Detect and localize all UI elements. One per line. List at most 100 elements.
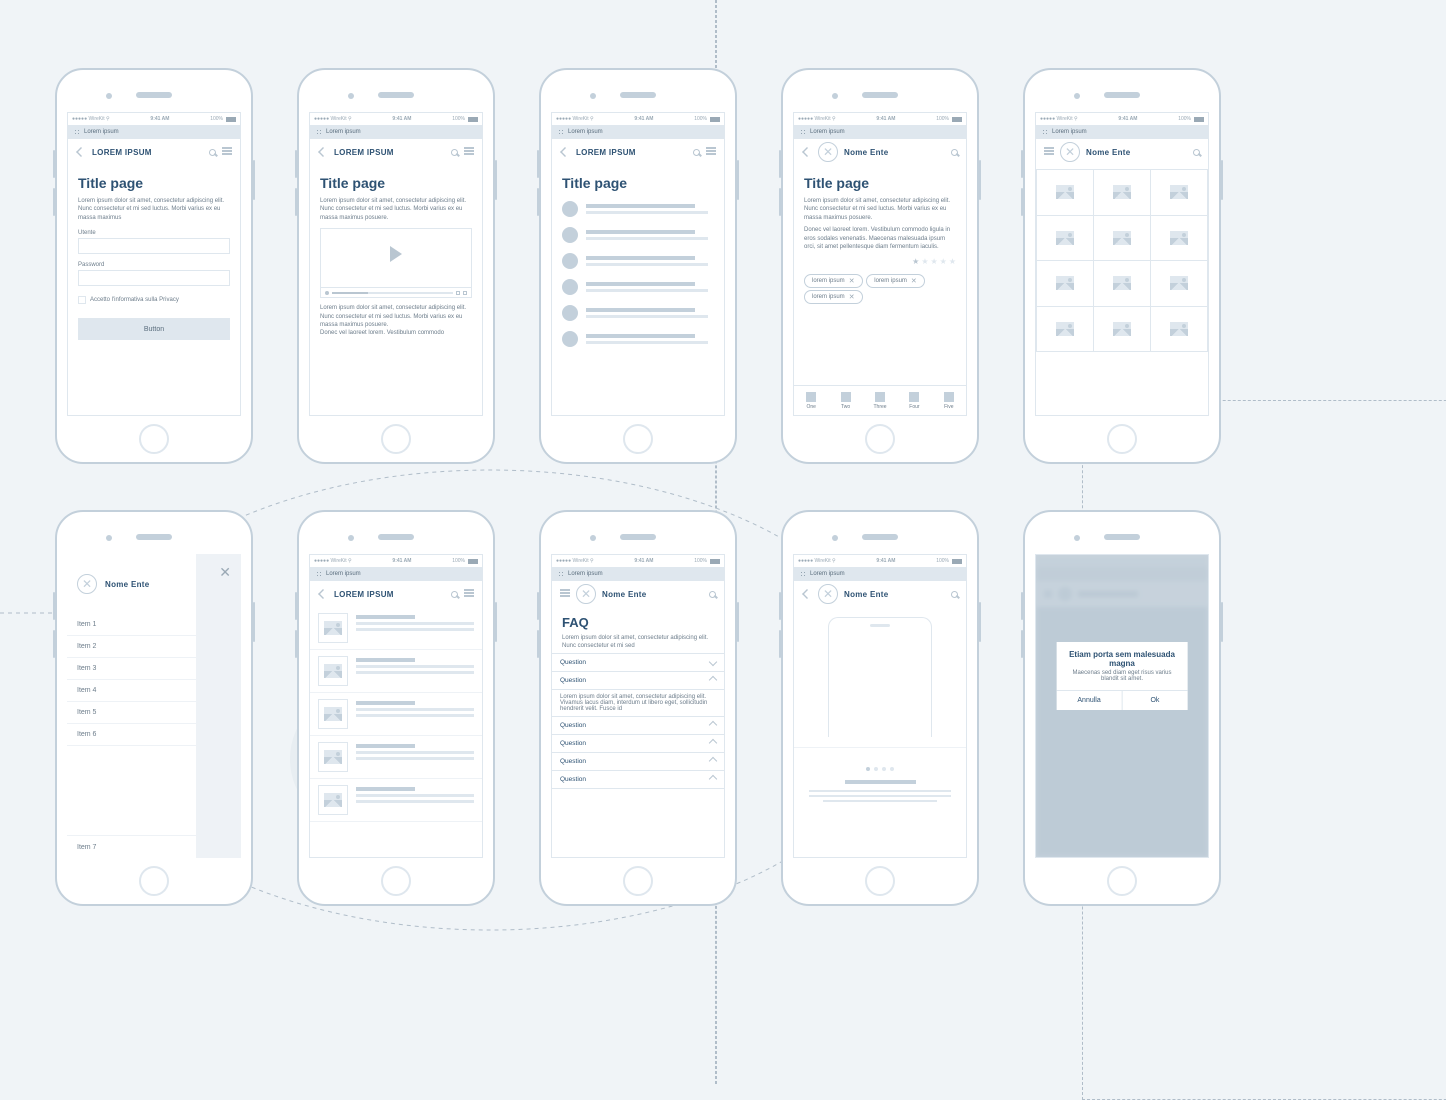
apps-icon[interactable] (558, 129, 564, 135)
back-icon[interactable] (560, 147, 570, 157)
feed-tile[interactable] (310, 650, 482, 693)
search-icon[interactable] (951, 149, 958, 156)
menu-icon[interactable] (464, 589, 474, 599)
close-drawer-icon[interactable]: ✕ (219, 564, 231, 581)
search-icon[interactable] (709, 591, 716, 598)
list-item[interactable] (562, 201, 714, 217)
home-button[interactable] (139, 424, 169, 454)
menu-icon[interactable] (706, 147, 716, 157)
apps-icon[interactable] (800, 571, 806, 577)
drawer-item[interactable]: Item 6 (67, 724, 196, 746)
home-button[interactable] (1107, 424, 1137, 454)
submit-button[interactable]: Button (78, 318, 230, 340)
back-icon[interactable] (318, 589, 328, 599)
home-button[interactable] (623, 424, 653, 454)
search-icon[interactable] (693, 149, 700, 156)
back-icon[interactable] (76, 147, 86, 157)
search-icon[interactable] (451, 591, 458, 598)
menu-icon[interactable] (1044, 147, 1054, 157)
gallery-cell[interactable] (1151, 170, 1208, 216)
tag-chip[interactable]: lorem ipsum✕ (804, 290, 863, 304)
feed-tile[interactable] (310, 607, 482, 650)
drawer-item[interactable]: Item 5 (67, 702, 196, 724)
menu-icon[interactable] (222, 147, 232, 157)
privacy-checkbox[interactable] (78, 296, 86, 304)
video-player[interactable] (320, 228, 472, 298)
accordion-header[interactable]: Question (552, 717, 724, 735)
list-item[interactable] (562, 253, 714, 269)
gallery-cell[interactable] (1037, 261, 1094, 307)
tag-chip[interactable]: lorem ipsum✕ (804, 274, 863, 288)
home-button[interactable] (381, 866, 411, 896)
feed-tile[interactable] (310, 779, 482, 822)
username-input[interactable] (78, 238, 230, 254)
back-icon[interactable] (802, 147, 812, 157)
gallery-cell[interactable] (1037, 170, 1094, 216)
accordion-header[interactable]: Question (552, 771, 724, 789)
feed-tile[interactable] (310, 736, 482, 779)
menu-icon[interactable] (464, 147, 474, 157)
search-icon[interactable] (951, 591, 958, 598)
gallery-cell[interactable] (1094, 170, 1151, 216)
back-icon[interactable] (802, 589, 812, 599)
accordion-header[interactable]: Question (552, 753, 724, 771)
tab-one[interactable]: One (794, 386, 828, 415)
gallery-cell[interactable] (1151, 216, 1208, 262)
gallery-cell[interactable] (1037, 307, 1094, 353)
tab-four[interactable]: Four (897, 386, 931, 415)
cancel-button[interactable]: Annulla (1057, 691, 1122, 710)
drawer-item[interactable]: Item 4 (67, 680, 196, 702)
password-input[interactable] (78, 270, 230, 286)
list-item[interactable] (562, 279, 714, 295)
home-button[interactable] (623, 866, 653, 896)
apps-icon[interactable] (1042, 129, 1048, 135)
drawer-item[interactable]: Item 2 (67, 636, 196, 658)
gallery-cell[interactable] (1151, 307, 1208, 353)
drawer-item[interactable]: Item 3 (67, 658, 196, 680)
search-icon[interactable] (451, 149, 458, 156)
ok-button[interactable]: Ok (1122, 691, 1188, 710)
tab-three[interactable]: Three (863, 386, 897, 415)
drawer-item[interactable]: Item 1 (67, 614, 196, 636)
close-icon[interactable]: ✕ (849, 277, 855, 285)
menu-icon[interactable] (560, 589, 570, 599)
tag-chip[interactable]: lorem ipsum✕ (866, 274, 925, 288)
list-item[interactable] (562, 227, 714, 243)
back-icon[interactable] (318, 147, 328, 157)
apps-icon[interactable] (74, 129, 80, 135)
home-button[interactable] (381, 424, 411, 454)
search-icon[interactable] (1193, 149, 1200, 156)
video-play-icon[interactable] (325, 291, 329, 295)
apps-icon[interactable] (800, 129, 806, 135)
fullscreen-icon[interactable] (463, 291, 467, 295)
home-button[interactable] (865, 866, 895, 896)
rating[interactable]: ★★★★★ (804, 257, 956, 266)
home-button[interactable] (865, 424, 895, 454)
tab-two[interactable]: Two (828, 386, 862, 415)
video-scrubber[interactable] (332, 292, 453, 294)
gallery-cell[interactable] (1151, 261, 1208, 307)
tab-five[interactable]: Five (932, 386, 966, 415)
close-icon[interactable]: ✕ (849, 293, 855, 301)
gallery-cell[interactable] (1094, 261, 1151, 307)
search-icon[interactable] (209, 149, 216, 156)
drawer-item[interactable]: Item 7 (67, 836, 196, 858)
pager-dots[interactable] (793, 758, 967, 776)
apps-icon[interactable] (316, 571, 322, 577)
accordion-header[interactable]: Question (552, 672, 724, 690)
list-item[interactable] (562, 305, 714, 321)
feed-tile[interactable] (310, 693, 482, 736)
apps-icon[interactable] (316, 129, 322, 135)
accordion-header[interactable]: Question (552, 735, 724, 753)
accordion-header[interactable]: Question (552, 654, 724, 672)
home-button[interactable] (139, 866, 169, 896)
list-item[interactable] (562, 331, 714, 347)
close-icon[interactable]: ✕ (911, 277, 917, 285)
play-icon[interactable] (390, 246, 402, 262)
gallery-cell[interactable] (1037, 216, 1094, 262)
volume-icon[interactable] (456, 291, 460, 295)
apps-icon[interactable] (558, 571, 564, 577)
gallery-cell[interactable] (1094, 307, 1151, 353)
gallery-cell[interactable] (1094, 216, 1151, 262)
home-button[interactable] (1107, 866, 1137, 896)
